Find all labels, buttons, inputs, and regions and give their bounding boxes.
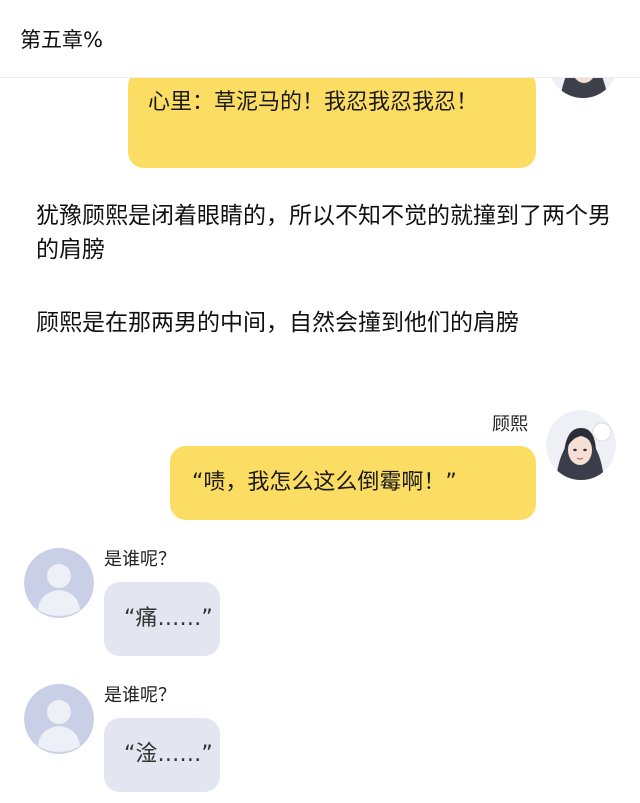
message-text: “淦……” (124, 742, 213, 767)
message-text: 心里：草泥马的！我忍我忍我忍！ (148, 90, 479, 115)
message-text: “痛……” (124, 606, 213, 631)
narration-text-2: 顾熙是在那两男的中间，自然会撞到他们的肩膀 (36, 310, 519, 336)
message-text: “啧，我怎么这么倒霉啊！” (192, 470, 457, 495)
chat-area: 心里：草泥马的！我忍我忍我忍！ 犹豫顾熙是闭着眼睛的，所以不知不觉的就撞到了两个… (0, 0, 640, 803)
speaker-name-unknown-2: 是谁呢？ (104, 685, 176, 706)
girl-avatar-icon[interactable] (546, 410, 616, 480)
speaker-name-unknown-1: 是谁呢？ (104, 549, 176, 570)
person-silhouette-icon[interactable] (24, 684, 94, 754)
page-title: 第五章% (20, 28, 103, 52)
speaker-name-guxi: 顾熙 (492, 414, 528, 435)
top-header: 第五章% (0, 0, 640, 78)
person-silhouette-icon[interactable] (24, 548, 94, 618)
message-bubble-top: 心里：草泥马的！我忍我忍我忍！ (128, 70, 536, 168)
narration-text-1: 犹豫顾熙是闭着眼睛的，所以不知不觉的就撞到了两个男的肩膀 (36, 203, 611, 263)
message-bubble-guxi: “啧，我怎么这么倒霉啊！” (170, 446, 536, 520)
message-bubble-unknown-1: “痛……” (104, 582, 220, 656)
message-bubble-unknown-2: “淦……” (104, 718, 220, 792)
